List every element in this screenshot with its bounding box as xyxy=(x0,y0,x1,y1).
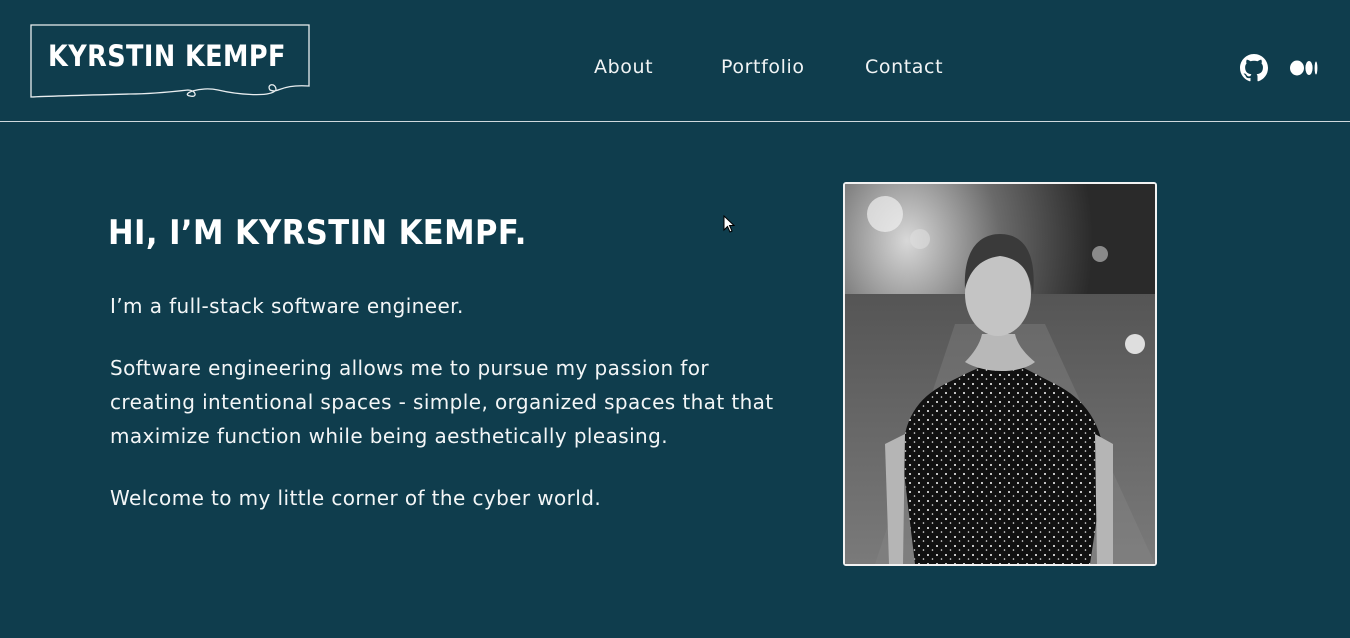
description-paragraph: Software engineering allows me to pursue… xyxy=(110,356,774,448)
nav-contact[interactable]: Contact xyxy=(865,56,943,78)
medium-icon[interactable] xyxy=(1289,54,1319,82)
github-icon[interactable] xyxy=(1240,54,1268,82)
welcome-paragraph: Welcome to my little corner of the cyber… xyxy=(110,486,602,510)
intro-paragraph: I’m a full-stack software engineer. xyxy=(110,294,464,318)
site-header: KYRSTIN KEMPF About Portfolio Contact xyxy=(0,0,1350,122)
nav-portfolio[interactable]: Portfolio xyxy=(721,56,805,78)
mouse-cursor-icon xyxy=(723,215,735,233)
portrait-photo xyxy=(843,182,1157,566)
page: KYRSTIN KEMPF About Portfolio Contact HI… xyxy=(0,0,1350,638)
nav-about[interactable]: About xyxy=(594,56,653,78)
logo-link[interactable]: KYRSTIN KEMPF xyxy=(30,24,310,102)
logo-text: KYRSTIN KEMPF xyxy=(48,39,286,73)
hero-title: HI, I’M KYRSTIN KEMPF. xyxy=(108,213,527,253)
